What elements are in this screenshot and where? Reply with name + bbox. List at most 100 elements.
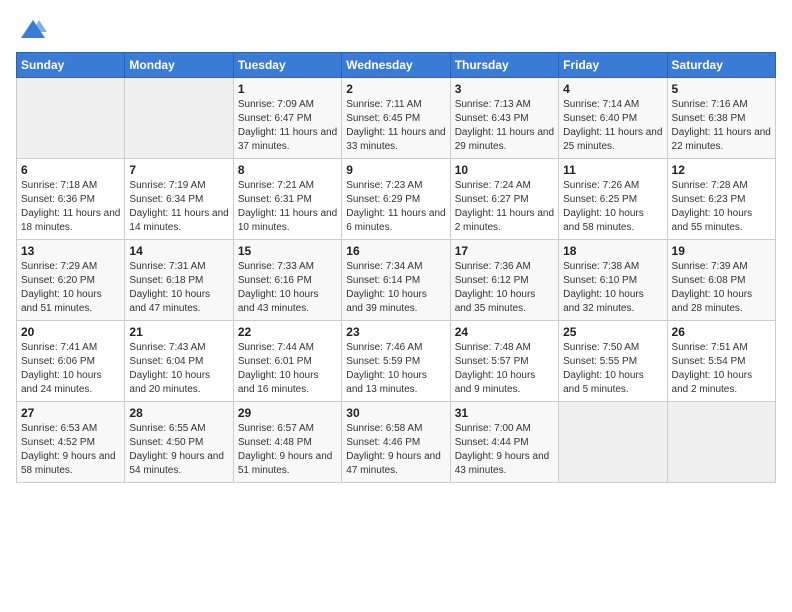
calendar-cell: 6 Sunrise: 7:18 AMSunset: 6:36 PMDaylight…: [17, 159, 125, 240]
calendar-week-4: 20Sunrise: 7:41 AMSunset: 6:06 PMDayligh…: [17, 321, 776, 402]
calendar-cell: 17 Sunrise: 7:36 AMSunset: 6:12 PMDayligh…: [450, 240, 558, 321]
day-number: 22: [238, 325, 337, 339]
day-number: 7: [129, 163, 228, 177]
calendar-cell: 10 Sunrise: 7:24 AMSunset: 6:27 PMDayligh…: [450, 159, 558, 240]
calendar-cell: [17, 78, 125, 159]
day-detail: Sunrise: 7:31 AMSunset: 6:18 PMDaylight:…: [129, 260, 228, 316]
day-detail: Sunrise: 7:16 AMSunset: 6:38 PMDaylight:…: [672, 98, 771, 154]
day-number: 29: [238, 406, 337, 420]
calendar-cell: 7 Sunrise: 7:19 AMSunset: 6:34 PMDaylight…: [125, 159, 233, 240]
day-number: 31: [455, 406, 554, 420]
weekday-header-sunday: Sunday: [17, 53, 125, 78]
weekday-header-tuesday: Tuesday: [233, 53, 341, 78]
day-number: 15: [238, 244, 337, 258]
calendar-week-1: 1 Sunrise: 7:09 AMSunset: 6:47 PMDaylight…: [17, 78, 776, 159]
day-number: 19: [672, 244, 771, 258]
calendar-cell: 27 Sunrise: 6:53 AMSunset: 4:52 PMDayligh…: [17, 402, 125, 483]
day-detail: Sunrise: 7:13 AMSunset: 6:43 PMDaylight:…: [455, 98, 554, 154]
day-detail: Sunrise: 7:19 AMSunset: 6:34 PMDaylight:…: [129, 179, 228, 235]
calendar-week-3: 13Sunrise: 7:29 AMSunset: 6:20 PMDayligh…: [17, 240, 776, 321]
calendar-cell: 21 Sunrise: 7:43 AMSunset: 6:04 PMDayligh…: [125, 321, 233, 402]
day-number: 4: [563, 82, 662, 96]
day-detail: Sunrise: 6:53 AMSunset: 4:52 PMDaylight:…: [21, 422, 120, 478]
weekday-header-saturday: Saturday: [667, 53, 775, 78]
day-detail: Sunrise: 7:39 AMSunset: 6:08 PMDaylight:…: [672, 260, 771, 316]
weekday-header-row: SundayMondayTuesdayWednesdayThursdayFrid…: [17, 53, 776, 78]
calendar-cell: 22 Sunrise: 7:44 AMSunset: 6:01 PMDayligh…: [233, 321, 341, 402]
day-number: 17: [455, 244, 554, 258]
calendar-cell: 16 Sunrise: 7:34 AMSunset: 6:14 PMDayligh…: [342, 240, 450, 321]
day-number: 6: [21, 163, 120, 177]
day-detail: Sunrise: 7:00 AMSunset: 4:44 PMDaylight:…: [455, 422, 554, 478]
weekday-header-thursday: Thursday: [450, 53, 558, 78]
day-detail: Sunrise: 7:38 AMSunset: 6:10 PMDaylight:…: [563, 260, 662, 316]
weekday-header-friday: Friday: [559, 53, 667, 78]
day-detail: Sunrise: 7:18 AMSunset: 6:36 PMDaylight:…: [21, 179, 120, 235]
day-detail: Sunrise: 7:36 AMSunset: 6:12 PMDaylight:…: [455, 260, 554, 316]
day-number: 11: [563, 163, 662, 177]
calendar-cell: 11 Sunrise: 7:26 AMSunset: 6:25 PMDayligh…: [559, 159, 667, 240]
day-detail: Sunrise: 7:21 AMSunset: 6:31 PMDaylight:…: [238, 179, 337, 235]
day-detail: Sunrise: 7:44 AMSunset: 6:01 PMDaylight:…: [238, 341, 337, 397]
logo-icon: [19, 16, 47, 44]
day-detail: Sunrise: 7:46 AMSunset: 5:59 PMDaylight:…: [346, 341, 445, 397]
calendar-cell: 4 Sunrise: 7:14 AMSunset: 6:40 PMDaylight…: [559, 78, 667, 159]
day-detail: Sunrise: 7:14 AMSunset: 6:40 PMDaylight:…: [563, 98, 662, 154]
calendar-cell: 26 Sunrise: 7:51 AMSunset: 5:54 PMDayligh…: [667, 321, 775, 402]
day-detail: Sunrise: 6:58 AMSunset: 4:46 PMDaylight:…: [346, 422, 445, 478]
day-detail: Sunrise: 7:51 AMSunset: 5:54 PMDaylight:…: [672, 341, 771, 397]
calendar-cell: 3 Sunrise: 7:13 AMSunset: 6:43 PMDaylight…: [450, 78, 558, 159]
day-detail: Sunrise: 7:09 AMSunset: 6:47 PMDaylight:…: [238, 98, 337, 154]
day-detail: Sunrise: 7:23 AMSunset: 6:29 PMDaylight:…: [346, 179, 445, 235]
calendar-cell: 2 Sunrise: 7:11 AMSunset: 6:45 PMDaylight…: [342, 78, 450, 159]
calendar-table: SundayMondayTuesdayWednesdayThursdayFrid…: [16, 52, 776, 483]
calendar-cell: [125, 78, 233, 159]
calendar-cell: 23 Sunrise: 7:46 AMSunset: 5:59 PMDayligh…: [342, 321, 450, 402]
calendar-cell: 25Sunrise: 7:50 AMSunset: 5:55 PMDayligh…: [559, 321, 667, 402]
calendar-cell: 15 Sunrise: 7:33 AMSunset: 6:16 PMDayligh…: [233, 240, 341, 321]
calendar-cell: 24 Sunrise: 7:48 AMSunset: 5:57 PMDayligh…: [450, 321, 558, 402]
day-number: 24: [455, 325, 554, 339]
calendar-cell: 8 Sunrise: 7:21 AMSunset: 6:31 PMDaylight…: [233, 159, 341, 240]
day-number: 26: [672, 325, 771, 339]
day-number: 23: [346, 325, 445, 339]
day-detail: Sunrise: 7:34 AMSunset: 6:14 PMDaylight:…: [346, 260, 445, 316]
header-row: [16, 16, 776, 44]
day-number: 18: [563, 244, 662, 258]
day-detail: Sunrise: 7:50 AMSunset: 5:55 PMDaylight:…: [563, 341, 662, 397]
calendar-container: SundayMondayTuesdayWednesdayThursdayFrid…: [0, 0, 792, 493]
day-number: 13: [21, 244, 120, 258]
calendar-cell: 30Sunrise: 6:58 AMSunset: 4:46 PMDayligh…: [342, 402, 450, 483]
calendar-cell: 28Sunrise: 6:55 AMSunset: 4:50 PMDayligh…: [125, 402, 233, 483]
day-number: 9: [346, 163, 445, 177]
calendar-week-5: 27 Sunrise: 6:53 AMSunset: 4:52 PMDayligh…: [17, 402, 776, 483]
day-detail: Sunrise: 7:48 AMSunset: 5:57 PMDaylight:…: [455, 341, 554, 397]
day-number: 12: [672, 163, 771, 177]
calendar-cell: 14Sunrise: 7:31 AMSunset: 6:18 PMDayligh…: [125, 240, 233, 321]
calendar-cell: 1 Sunrise: 7:09 AMSunset: 6:47 PMDaylight…: [233, 78, 341, 159]
day-number: 1: [238, 82, 337, 96]
day-number: 8: [238, 163, 337, 177]
calendar-cell: 18 Sunrise: 7:38 AMSunset: 6:10 PMDayligh…: [559, 240, 667, 321]
calendar-cell: [667, 402, 775, 483]
day-number: 21: [129, 325, 228, 339]
day-number: 27: [21, 406, 120, 420]
calendar-cell: 9 Sunrise: 7:23 AMSunset: 6:29 PMDaylight…: [342, 159, 450, 240]
day-detail: Sunrise: 7:24 AMSunset: 6:27 PMDaylight:…: [455, 179, 554, 235]
calendar-cell: 20Sunrise: 7:41 AMSunset: 6:06 PMDayligh…: [17, 321, 125, 402]
day-detail: Sunrise: 6:55 AMSunset: 4:50 PMDaylight:…: [129, 422, 228, 478]
calendar-cell: 29Sunrise: 6:57 AMSunset: 4:48 PMDayligh…: [233, 402, 341, 483]
day-number: 3: [455, 82, 554, 96]
calendar-cell: 13Sunrise: 7:29 AMSunset: 6:20 PMDayligh…: [17, 240, 125, 321]
calendar-week-2: 6 Sunrise: 7:18 AMSunset: 6:36 PMDaylight…: [17, 159, 776, 240]
day-detail: Sunrise: 7:43 AMSunset: 6:04 PMDaylight:…: [129, 341, 228, 397]
weekday-header-wednesday: Wednesday: [342, 53, 450, 78]
day-number: 2: [346, 82, 445, 96]
day-detail: Sunrise: 7:26 AMSunset: 6:25 PMDaylight:…: [563, 179, 662, 235]
day-number: 10: [455, 163, 554, 177]
day-number: 16: [346, 244, 445, 258]
day-detail: Sunrise: 7:11 AMSunset: 6:45 PMDaylight:…: [346, 98, 445, 154]
day-detail: Sunrise: 7:33 AMSunset: 6:16 PMDaylight:…: [238, 260, 337, 316]
calendar-cell: 31 Sunrise: 7:00 AMSunset: 4:44 PMDayligh…: [450, 402, 558, 483]
calendar-cell: 19 Sunrise: 7:39 AMSunset: 6:08 PMDayligh…: [667, 240, 775, 321]
